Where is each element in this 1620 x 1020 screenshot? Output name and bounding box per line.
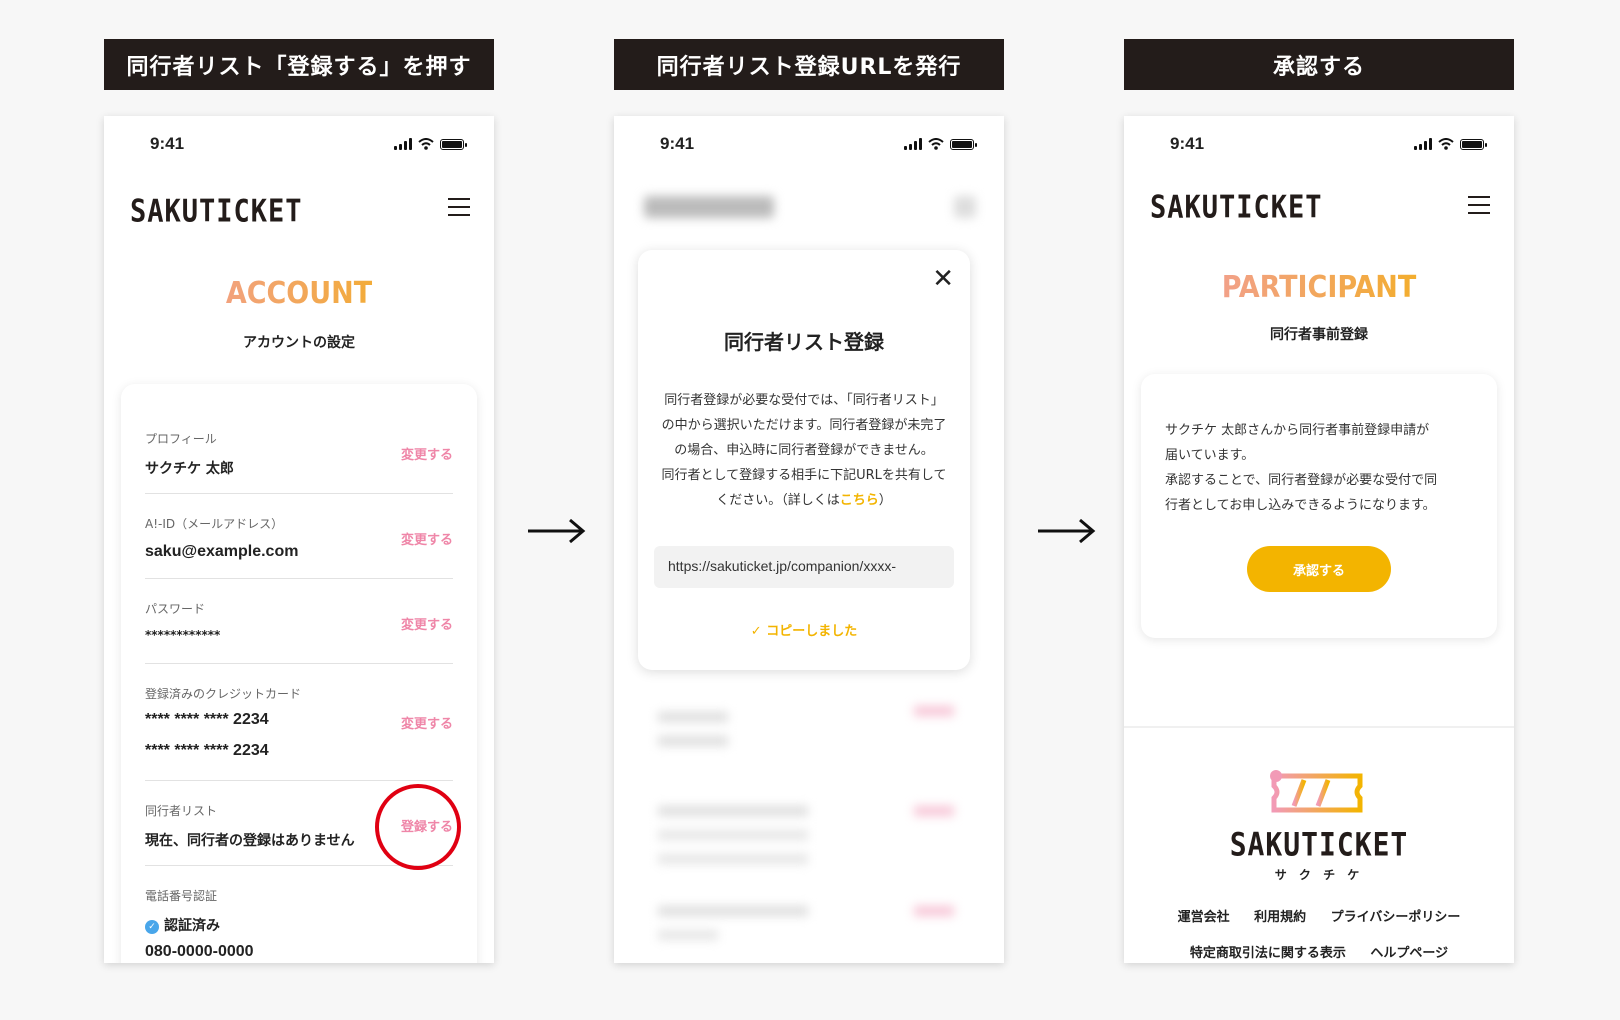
list-item-credit-card: 登録済みのクレジットカード **** **** **** 2234 **** *… [145,669,453,781]
row-value-2: 080-0000-0000 [145,943,254,960]
footer-logo: SAKUTICKET [1229,825,1409,864]
page-subtitle: 同行者事前登録 [1270,327,1368,343]
status-bar: 9:41 [104,134,494,156]
page-title: ACCOUNT [104,276,494,311]
row-label: パスワード [145,602,206,616]
wifi-icon [1438,138,1454,150]
highlight-circle [375,784,461,870]
signal-icon [1414,138,1432,150]
page-subtitle: アカウントの設定 [243,335,355,351]
footer-links-row-2: 特定商取引法に関する表示 ヘルプページ [1124,942,1514,961]
phone-screen-participant: 9:41 SAKUTICKET PARTICIPANT 同行者事前登録 サクチケ… [1124,116,1514,963]
status-bar: 9:41 [614,134,1004,156]
wifi-icon [928,138,944,150]
battery-icon [950,138,977,150]
row-value: saku@example.com [145,543,299,560]
account-settings-card: プロフィール サクチケ 太郎 変更する A!-ID（メールアドレス） saku@… [121,384,477,963]
sakuticket-logo[interactable]: SAKUTICKET [1150,190,1323,226]
copied-status: ✓ コピーしました [750,624,858,639]
battery-icon [1460,138,1487,150]
edit-email-button[interactable]: 変更する [401,529,453,548]
list-item-password: パスワード ************ 変更する [145,584,453,664]
phone-screen-account: 9:41 SAKUTICKET ACCOUNT アカウントの設定 プロフィール … [104,116,494,963]
companion-url-field[interactable]: https://sakuticket.jp/companion/xxxx- [654,546,954,588]
approve-button[interactable]: 承認する [1247,546,1391,592]
status-time: 9:41 [660,134,695,153]
wifi-icon [418,138,434,150]
row-value-2: **** **** **** 2234 [145,742,269,759]
sakuticket-ticket-logo-icon [1270,770,1363,813]
hamburger-menu-icon[interactable] [1468,196,1490,214]
row-value: 現在、同行者の登録はありません [145,833,355,849]
step-label-1: 同行者リスト「登録する」を押す [104,39,494,90]
footer-link-terms[interactable]: 利用規約 [1254,910,1306,925]
footer-link-help[interactable]: ヘルプページ [1370,946,1448,961]
row-value: ************ [145,628,221,642]
list-item-email: A!-ID（メールアドレス） saku@example.com 変更する [145,499,453,579]
row-value: **** **** **** 2234 [145,711,269,728]
details-link[interactable]: こちら [840,493,879,508]
edit-password-button[interactable]: 変更する [401,614,453,633]
row-value: サクチケ 太郎 [145,461,234,477]
approval-message: サクチケ 太郎さんから同行者事前登録申請が 届いています。 承認することで、同行… [1165,423,1438,513]
row-label: プロフィール [145,432,217,446]
edit-profile-button[interactable]: 変更する [401,444,453,463]
signal-icon [394,138,412,150]
footer-links-row-1: 運営会社 利用規約 プライバシーポリシー [1124,906,1514,925]
footer-logo-kana: サ ク チ ケ [1274,868,1364,882]
phone-screen-companion-modal: 9:41 ✕ 同行者リスト登録 同行者登録が必要な受付では、「同行者リスト」 の… [614,116,1004,963]
battery-icon [440,138,467,150]
approval-card: サクチケ 太郎さんから同行者事前登録申請が 届いています。 承認することで、同行… [1141,374,1497,638]
row-label: 同行者リスト [145,804,218,818]
footer-link-privacy[interactable]: プライバシーポリシー [1331,910,1461,925]
status-bar: 9:41 [1124,134,1514,156]
footer-divider [1124,726,1514,728]
companion-register-modal: ✕ 同行者リスト登録 同行者登録が必要な受付では、「同行者リスト」 の中から選択… [638,250,970,670]
signal-icon [904,138,922,150]
status-time: 9:41 [150,134,185,153]
row-value: ✓ 認証済み [145,915,220,935]
step-label-3: 承認する [1124,39,1514,90]
footer-link-company[interactable]: 運営会社 [1178,910,1230,925]
arrow-right-icon [1038,518,1096,544]
list-item-phone-verification: 電話番号認証 ✓ 認証済み 080-0000-0000 [145,871,453,963]
row-label: A!-ID（メールアドレス） [145,517,284,531]
status-time: 9:41 [1170,134,1205,153]
row-label: 登録済みのクレジットカード [145,687,302,701]
step-label-2: 同行者リスト登録URLを発行 [614,39,1004,90]
arrow-right-icon [528,518,586,544]
edit-credit-card-button[interactable]: 変更する [401,713,453,732]
verified-check-icon: ✓ [145,920,159,934]
close-icon[interactable]: ✕ [932,264,954,294]
modal-body-text: 同行者登録が必要な受付では、「同行者リスト」 の中から選択いただけます。同行者登… [661,393,947,508]
list-item-profile: プロフィール サクチケ 太郎 変更する [145,414,453,494]
page-title: PARTICIPANT [1124,270,1514,305]
footer-link-commercial-law[interactable]: 特定商取引法に関する表示 [1190,946,1346,961]
hamburger-menu-icon[interactable] [448,198,470,216]
sakuticket-logo[interactable]: SAKUTICKET [130,194,303,230]
modal-title: 同行者リスト登録 [724,330,884,354]
row-label: 電話番号認証 [145,889,218,903]
